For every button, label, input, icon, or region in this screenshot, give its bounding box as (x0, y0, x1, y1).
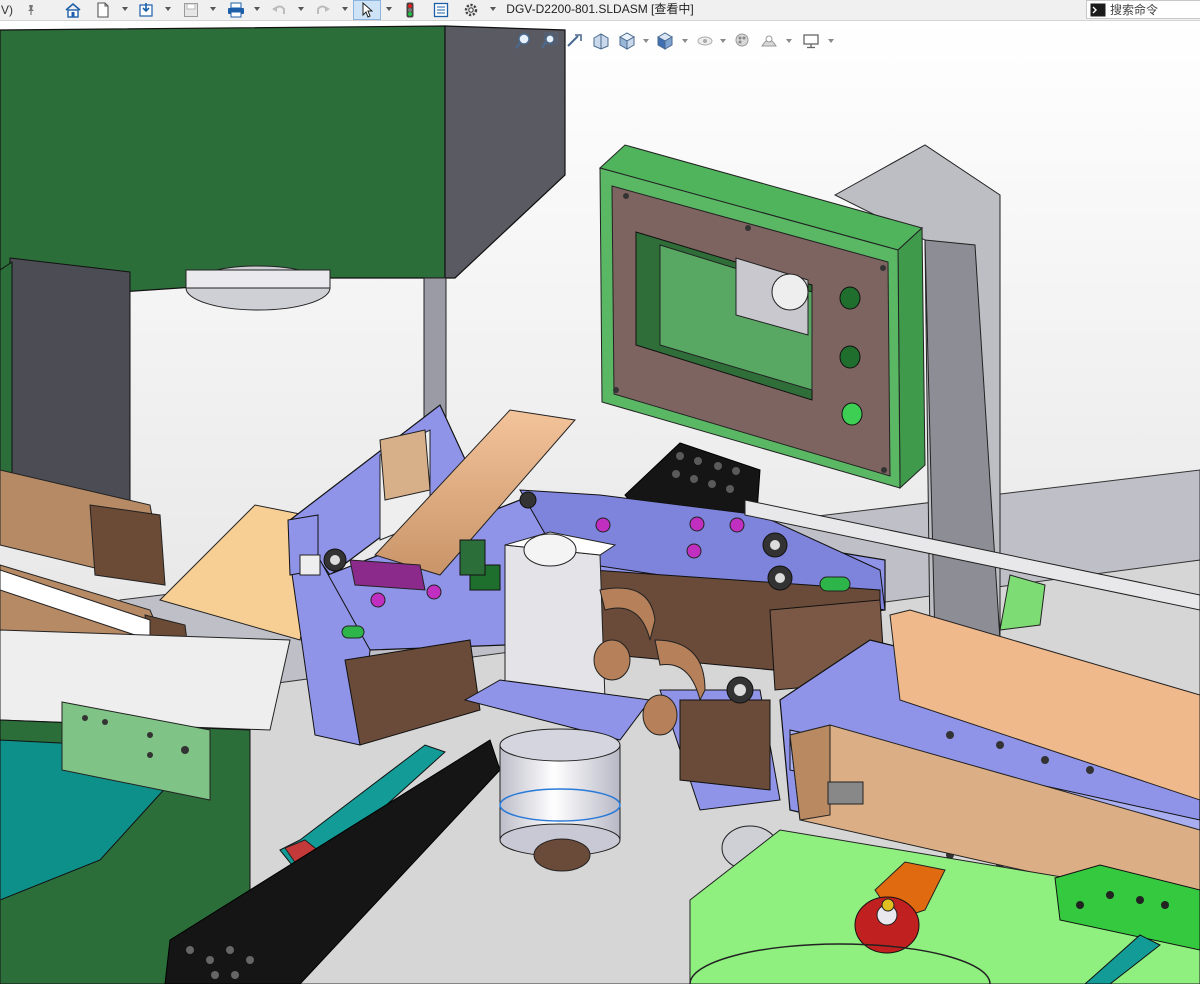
apply-scene-icon[interactable] (760, 30, 778, 52)
assembly-model-render[interactable] (0, 20, 1200, 984)
document-title: DGV-D2200-801.SLDASM [查看中] (506, 2, 694, 16)
options-gear-icon[interactable] (460, 0, 482, 20)
hide-show-dropdown[interactable] (720, 39, 726, 43)
open-icon[interactable] (136, 0, 158, 20)
pin-icon[interactable] (22, 0, 40, 20)
new-document-icon[interactable] (94, 0, 112, 20)
view-settings-icon[interactable] (802, 30, 820, 52)
undo-dropdown-arrow[interactable] (298, 7, 304, 11)
command-prompt-icon (1090, 3, 1106, 16)
zoom-to-area-icon[interactable] (540, 30, 558, 52)
hide-show-items-icon[interactable] (696, 30, 714, 52)
file-properties-icon[interactable] (430, 0, 452, 20)
options-dropdown-arrow[interactable] (490, 7, 496, 11)
partial-menu-glyph: V) (1, 3, 13, 17)
view-orientation-icon[interactable] (618, 30, 636, 52)
search-placeholder: 搜索命令 (1110, 3, 1159, 17)
print-icon[interactable] (224, 0, 248, 20)
save-dropdown-arrow[interactable] (210, 7, 216, 11)
open-dropdown-arrow[interactable] (165, 7, 171, 11)
display-style-dropdown[interactable] (682, 39, 688, 43)
undo-icon[interactable] (268, 0, 290, 20)
print-dropdown-arrow[interactable] (254, 7, 260, 11)
display-style-icon[interactable] (656, 30, 674, 52)
search-commands-input[interactable]: 搜索命令 (1086, 0, 1200, 19)
select-dropdown-arrow[interactable] (386, 7, 392, 11)
section-view-icon[interactable] (592, 30, 610, 52)
graphics-viewport[interactable] (0, 20, 1200, 984)
title-bar: V) DGV-D2200-801.SLDASM [查看中] 搜索命令 (0, 0, 1200, 21)
zoom-to-fit-icon[interactable] (514, 30, 532, 52)
save-icon[interactable] (180, 0, 202, 20)
previous-view-icon[interactable] (566, 30, 584, 52)
view-settings-dropdown[interactable] (828, 39, 834, 43)
edit-appearance-icon[interactable] (734, 30, 752, 52)
new-dropdown-arrow[interactable] (122, 7, 128, 11)
rebuild-traffic-light-icon[interactable] (400, 0, 420, 20)
select-pointer-icon[interactable] (353, 0, 381, 20)
apply-scene-dropdown[interactable] (786, 39, 792, 43)
view-orientation-dropdown[interactable] (643, 39, 649, 43)
redo-icon[interactable] (312, 0, 334, 20)
redo-dropdown-arrow[interactable] (342, 7, 348, 11)
home-icon[interactable] (62, 0, 84, 20)
